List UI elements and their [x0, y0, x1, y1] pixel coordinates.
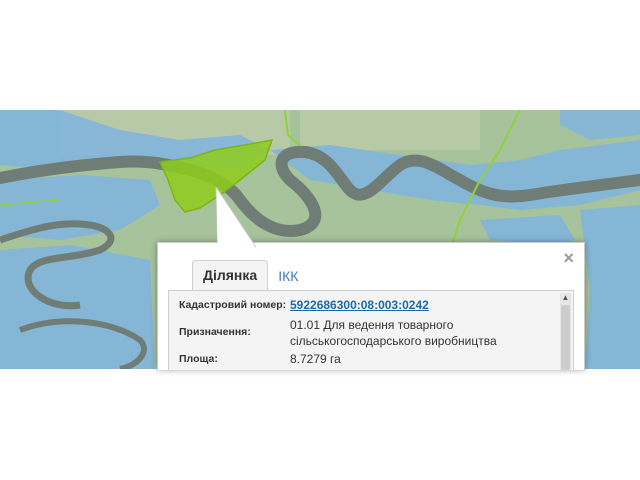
cadastral-number-link[interactable]: 5922686300:08:003:0242: [290, 298, 429, 312]
purpose-label: Призначення:: [179, 326, 251, 338]
purpose-value-line1: 01.01 Для ведення товарного: [290, 318, 454, 332]
scrollbar[interactable]: ▲: [560, 293, 571, 370]
tab-parcel[interactable]: Ділянка: [192, 260, 269, 291]
scroll-up-icon[interactable]: ▲: [560, 293, 571, 303]
scroll-thumb[interactable]: [561, 305, 570, 370]
cadastral-number-value: 5922686300:08:003:0242: [290, 297, 429, 313]
area-value: 8.7279 га: [290, 352, 341, 366]
purpose-value-line2: сільськогосподарського виробництва: [290, 334, 497, 348]
cadastral-number-label: Кадастровий номер:: [179, 299, 287, 311]
area-label: Площа:: [179, 353, 218, 365]
popup-tabs: Ділянка ІКК: [192, 260, 308, 291]
tab-ikk[interactable]: ІКК: [268, 262, 308, 291]
popup-pointer: [215, 187, 257, 247]
map-field: [300, 110, 480, 150]
tab-panel-parcel: ▲ Кадастровий номер: 5922686300:08:003:0…: [168, 290, 574, 370]
parcel-info-popup: × Ділянка ІКК ▲ Кадастровий номер: 59226…: [157, 187, 585, 370]
close-button[interactable]: ×: [563, 249, 574, 267]
